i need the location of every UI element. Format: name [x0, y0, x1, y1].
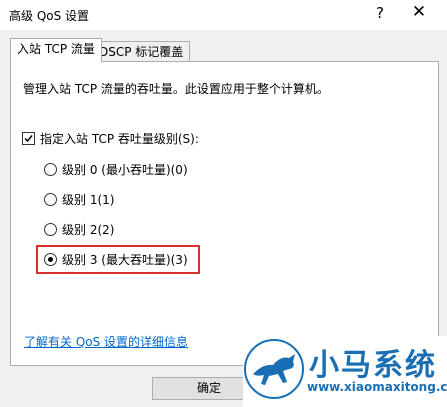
radio-label: 级别 2(2) — [62, 223, 115, 237]
radio-button[interactable] — [44, 223, 57, 236]
throughput-checkbox-label: 指定入站 TCP 吞吐量级别(S): — [40, 132, 199, 146]
window-title: 高级 QoS 设置 — [9, 9, 90, 23]
close-button[interactable]: ✕ — [409, 2, 429, 22]
title-bar: 高级 QoS 设置 ? ✕ — [0, 0, 447, 30]
tab-inbound-tcp[interactable]: 入站 TCP 流量 — [10, 38, 102, 62]
tab-panel — [10, 61, 439, 366]
watermark: 小马系统 www.xiaomaxitong.com — [243, 336, 447, 407]
throughput-checkbox[interactable] — [22, 132, 35, 145]
radio-level-0[interactable]: 级别 0 (最小吞吐量)(0) — [44, 161, 188, 178]
watermark-brand: 小马系统 — [309, 348, 437, 383]
tab-dscp-override[interactable]: DSCP 标记覆盖 — [92, 41, 191, 63]
check-icon — [24, 135, 33, 143]
radio-level-1[interactable]: 级别 1(1) — [44, 191, 114, 208]
help-button[interactable]: ? — [372, 4, 388, 22]
throughput-checkbox-row[interactable]: 指定入站 TCP 吞吐量级别(S): — [22, 130, 199, 147]
radio-button[interactable] — [44, 193, 57, 206]
horse-logo-icon — [244, 339, 304, 399]
watermark-url: www.xiaomaxitong.com — [307, 380, 447, 394]
highlight-box — [36, 245, 200, 274]
radio-level-2[interactable]: 级别 2(2) — [44, 221, 114, 238]
description-text: 管理入站 TCP 流量的吞吐量。此设置应用于整个计算机。 — [23, 82, 329, 96]
radio-label: 级别 1(1) — [62, 193, 115, 207]
radio-label: 级别 0 (最小吞吐量)(0) — [62, 163, 188, 177]
radio-button[interactable] — [44, 163, 57, 176]
qos-help-link[interactable]: 了解有关 QoS 设置的详细信息 — [24, 333, 188, 350]
